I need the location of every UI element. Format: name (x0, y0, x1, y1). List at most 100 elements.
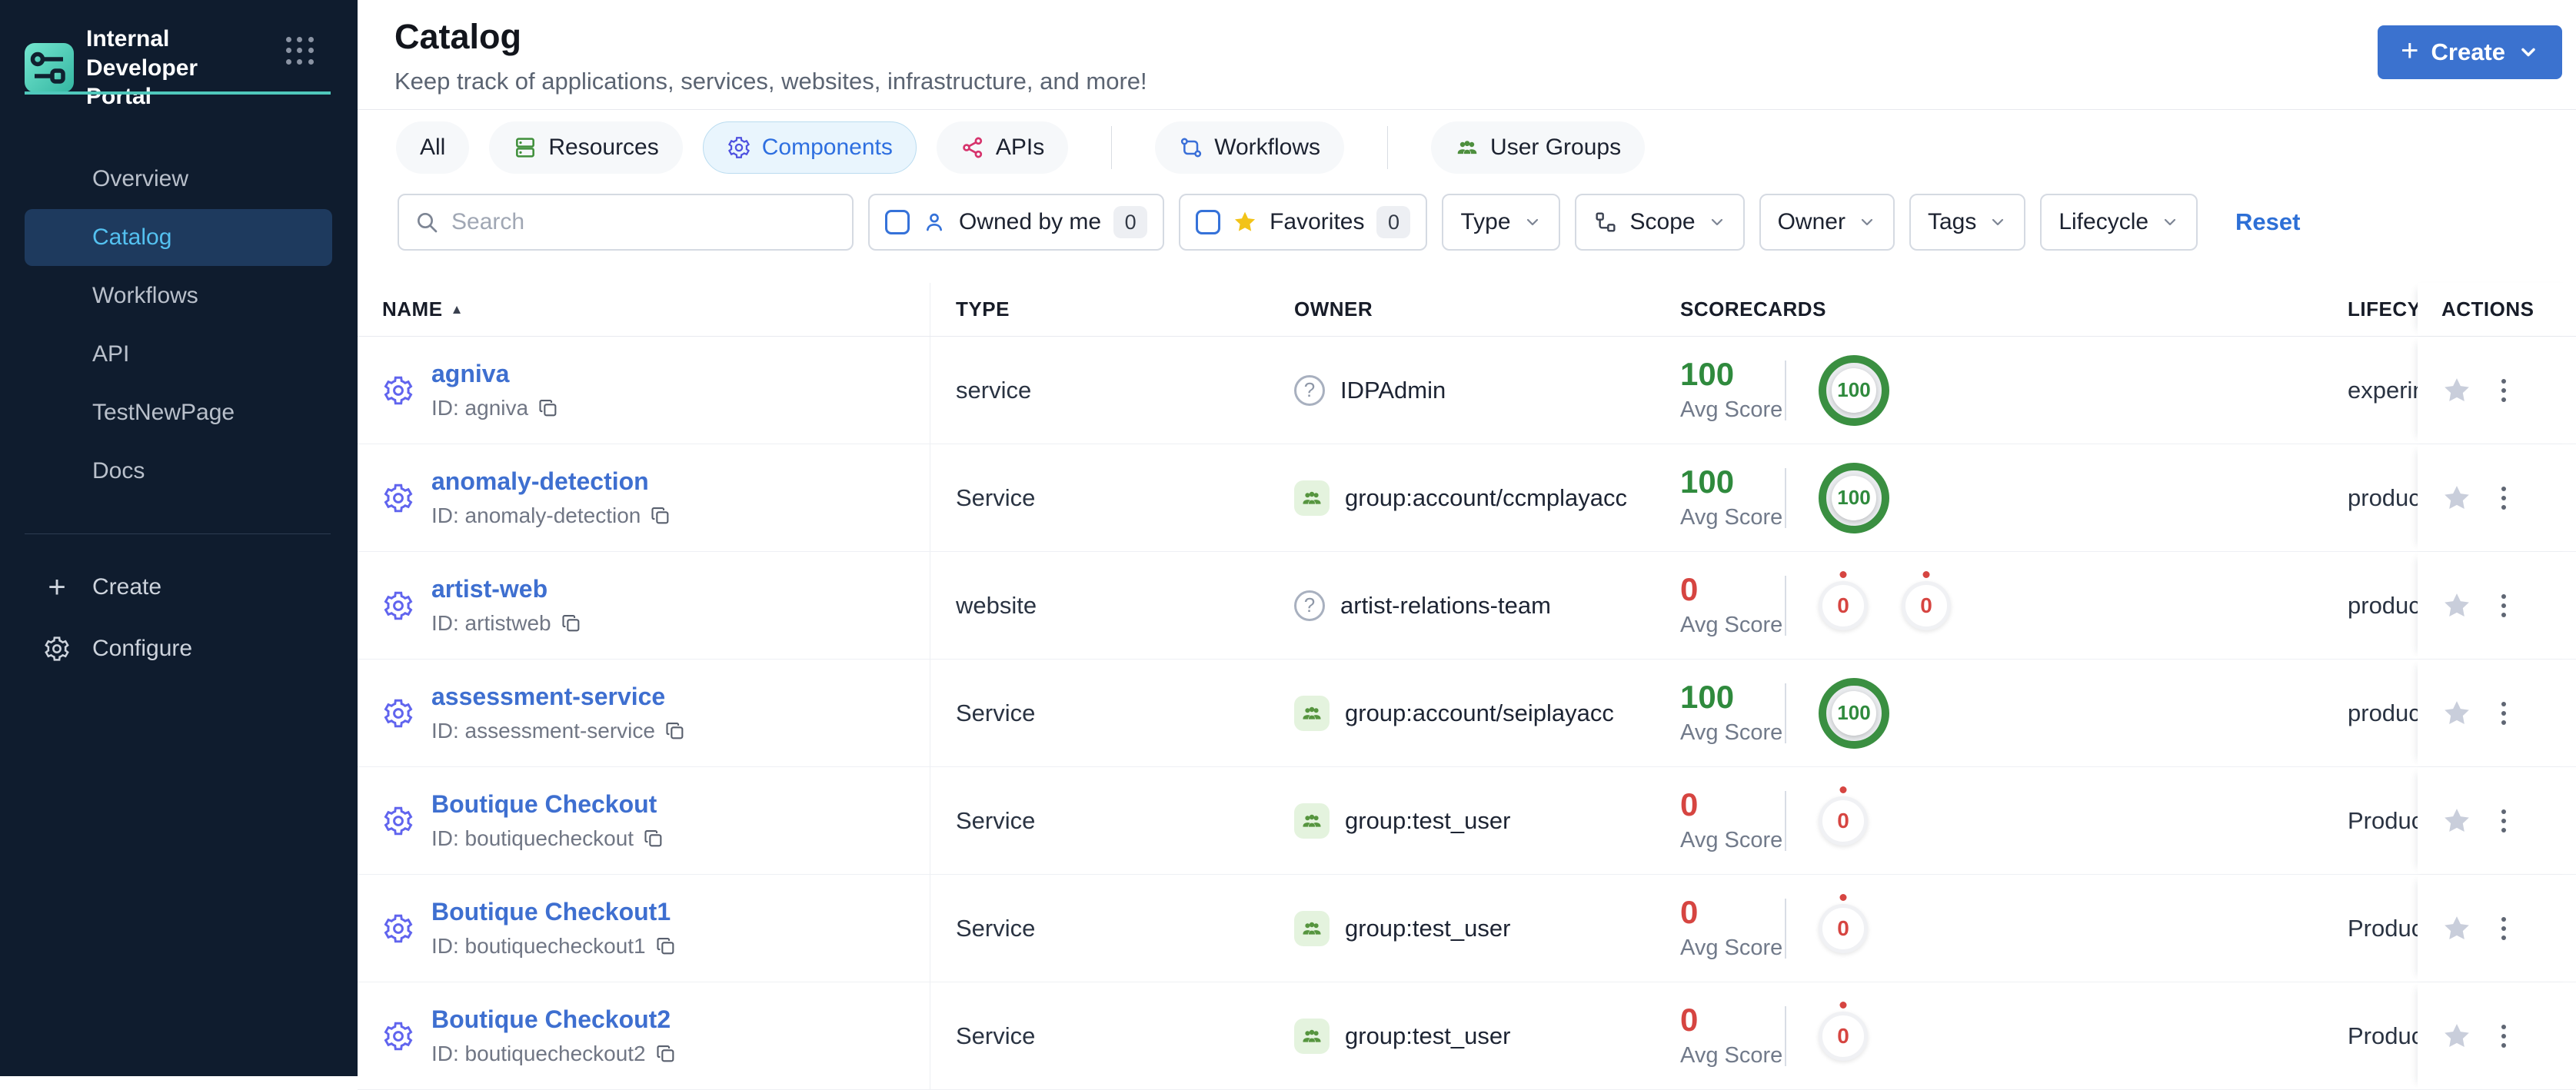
copy-icon[interactable] (664, 720, 686, 742)
type-dropdown[interactable]: Type (1442, 194, 1560, 251)
search-input[interactable] (451, 209, 837, 235)
sidebar-configure-button[interactable]: Configure (25, 621, 332, 676)
copy-icon[interactable] (650, 505, 671, 527)
owned-by-me-label: Owned by me (959, 209, 1102, 234)
favorite-star-icon[interactable] (2441, 698, 2472, 729)
gauge-tick (1839, 893, 1847, 901)
avg-score-label: Avg Score (1680, 505, 1783, 530)
scorecards-cell: 0 Avg Score 0 (1653, 767, 2318, 874)
entity-name-link[interactable]: Boutique Checkout2 (431, 1005, 677, 1034)
tab-apis[interactable]: APIs (936, 121, 1069, 174)
sidebar-item-testnewpage[interactable]: TestNewPage (25, 384, 332, 441)
sidebar-item-api[interactable]: API (25, 326, 332, 383)
entity-type: Service (956, 1022, 1036, 1049)
type-cell: Service (930, 875, 1269, 982)
entity-id-label: ID: assessment-service (431, 719, 655, 743)
entity-tabs: All Resources Components APIs Workflows User … (396, 121, 1646, 174)
page-header: Catalog Keep track of applications, serv… (358, 0, 2576, 110)
row-menu-kebab-icon[interactable] (2497, 697, 2511, 729)
row-menu-kebab-icon[interactable] (2497, 590, 2511, 622)
entity-name-link[interactable]: anomaly-detection (431, 467, 671, 496)
create-button-label: Create (2431, 38, 2506, 65)
row-menu-kebab-icon[interactable] (2497, 805, 2511, 837)
gauge-value: 0 (1837, 916, 1849, 940)
entity-name-link[interactable]: agniva (431, 360, 559, 388)
avg-score-value: 100 (1680, 463, 1735, 500)
name-cell: agniva ID: agniva (358, 337, 930, 444)
sidebar-item-workflows[interactable]: Workflows (25, 268, 332, 324)
favorite-star-icon[interactable] (2441, 1021, 2472, 1052)
lifecycle-value: Produc (2348, 1022, 2418, 1049)
score-gauges: 0 (1819, 786, 1868, 846)
favorite-star-icon[interactable] (2441, 590, 2472, 621)
tab-user-groups[interactable]: User Groups (1431, 121, 1646, 174)
create-button[interactable]: + Create (2378, 25, 2562, 79)
search-box[interactable] (398, 194, 854, 251)
catalog-table: NAME ▲ TYPE OWNER SCORECARDS LIFECYCLE A… (358, 283, 2576, 1090)
owner-name: group:test_user (1345, 914, 1511, 942)
group-owner-icon (1294, 695, 1330, 731)
owner-name: group:account/ccmplayacc (1345, 484, 1628, 511)
scope-dropdown[interactable]: Scope (1574, 194, 1745, 251)
copy-icon[interactable] (655, 935, 677, 957)
copy-icon[interactable] (655, 1043, 677, 1065)
favorites-filter[interactable]: Favorites 0 (1179, 194, 1428, 251)
lifecycle-dropdown[interactable]: Lifecycle (2040, 194, 2198, 251)
entity-type: service (956, 376, 1032, 404)
component-gear-icon (384, 376, 413, 404)
row-menu-kebab-icon[interactable] (2497, 374, 2511, 407)
favorite-star-icon[interactable] (2441, 913, 2472, 944)
favorites-checkbox[interactable] (1196, 210, 1221, 234)
gear-icon (727, 135, 751, 160)
unknown-owner-icon: ? (1294, 590, 1325, 621)
row-menu-kebab-icon[interactable] (2497, 1020, 2511, 1052)
table-row: Boutique Checkout2 ID: boutiquecheckout2… (358, 982, 2576, 1090)
tags-dropdown[interactable]: Tags (1909, 194, 2026, 251)
score-gauges: 100 (1819, 462, 1889, 533)
entity-name-link[interactable]: Boutique Checkout1 (431, 898, 677, 926)
favorite-star-icon[interactable] (2441, 806, 2472, 836)
chevron-down-icon (2521, 48, 2535, 57)
owned-by-me-filter[interactable]: Owned by me 0 (868, 194, 1165, 251)
avg-score-label: Avg Score (1680, 397, 1783, 423)
table-row: anomaly-detection ID: anomaly-detection … (358, 444, 2576, 552)
gauge-tick (1839, 786, 1847, 793)
sidebar-create-button[interactable]: + Create (25, 560, 332, 615)
brand-title: Internal Developer Portal (86, 26, 198, 109)
column-header-name[interactable]: NAME ▲ (358, 283, 930, 336)
tab-resources[interactable]: Resources (489, 121, 683, 174)
copy-icon[interactable] (643, 828, 664, 849)
copy-icon[interactable] (537, 397, 559, 419)
entity-name-link[interactable]: Boutique Checkout (431, 790, 664, 819)
owned-by-me-checkbox[interactable] (885, 210, 910, 234)
avg-score-label: Avg Score (1680, 720, 1783, 746)
tab-all[interactable]: All (396, 121, 470, 174)
owner-dropdown[interactable]: Owner (1759, 194, 1895, 251)
name-cell: anomaly-detection ID: anomaly-detection (358, 444, 930, 551)
copy-icon[interactable] (561, 613, 582, 634)
column-header-lifecycle: LIFECYCLE (2318, 283, 2418, 336)
gauge-value: 0 (1920, 593, 1932, 617)
favorite-star-icon[interactable] (2441, 483, 2472, 513)
entity-id: ID: artistweb (431, 611, 582, 636)
entity-name-link[interactable]: assessment-service (431, 683, 686, 711)
scorecards-cell: 100 Avg Score 100 (1653, 660, 2318, 766)
sidebar-item-catalog[interactable]: Catalog (25, 209, 332, 266)
entity-name-link[interactable]: artist-web (431, 575, 582, 603)
row-menu-kebab-icon[interactable] (2497, 912, 2511, 945)
avg-score-label: Avg Score (1680, 935, 1783, 961)
scorecards-cell: 100 Avg Score 100 (1653, 337, 2318, 444)
sidebar-item-docs[interactable]: Docs (25, 443, 332, 500)
tab-workflows[interactable]: Workflows (1155, 121, 1345, 174)
apps-grid-icon[interactable] (286, 37, 314, 65)
row-menu-kebab-icon[interactable] (2497, 482, 2511, 514)
favorite-star-icon[interactable] (2441, 375, 2472, 406)
avg-score-value: 0 (1680, 1001, 1699, 1038)
component-gear-icon (384, 806, 413, 835)
users-icon (1455, 135, 1479, 160)
entity-id: ID: boutiquecheckout1 (431, 934, 677, 959)
owned-by-me-count: 0 (1113, 206, 1148, 238)
reset-filters-link[interactable]: Reset (2235, 208, 2300, 236)
sidebar-item-overview[interactable]: Overview (25, 151, 332, 208)
tab-components[interactable]: Components (702, 121, 917, 174)
